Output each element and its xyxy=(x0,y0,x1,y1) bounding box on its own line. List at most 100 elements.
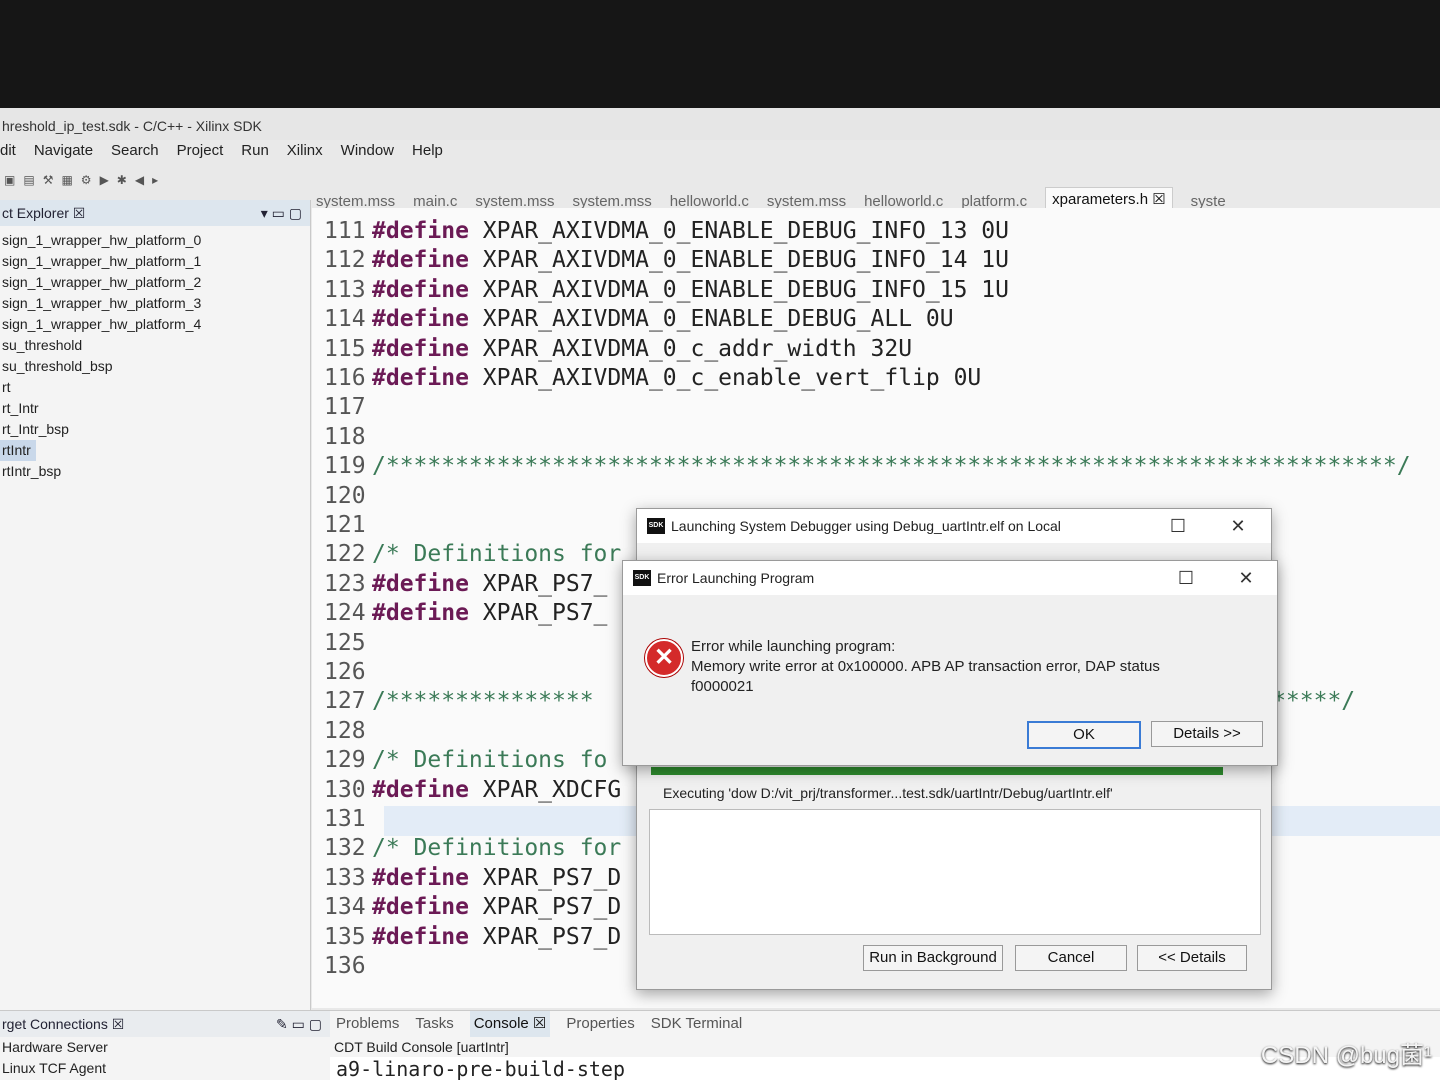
code-text: XPAR_AXIVDMA_0_ENABLE_DEBUG_INFO_14 1U xyxy=(468,247,1009,274)
code-line[interactable]: 125 xyxy=(324,628,372,658)
tab-tasks[interactable]: Tasks xyxy=(415,1011,453,1037)
connections-title[interactable]: rget Connections ☒ xyxy=(2,1011,124,1037)
tree-item[interactable]: sign_1_wrapper_hw_platform_0 xyxy=(0,230,310,251)
code-text: XPAR_XDCFG xyxy=(468,776,622,803)
explorer-controls-icon[interactable]: ▾ ▭ ▢ xyxy=(261,200,302,226)
toolbar-new-icon[interactable]: ▣ xyxy=(4,173,15,187)
close-icon[interactable]: ✕ xyxy=(1223,509,1253,543)
menu-navigate[interactable]: Navigate xyxy=(34,138,93,164)
tab-console[interactable]: Console ☒ xyxy=(469,1011,551,1037)
tree-item[interactable]: rt_Intr xyxy=(0,398,310,419)
code-text: XPAR_AXIVDMA_0_ENABLE_DEBUG_INFO_13 0U xyxy=(468,218,1009,244)
toolbar-grid-icon[interactable]: ▦ xyxy=(61,173,72,187)
toolbar-debug-icon[interactable]: ✱ xyxy=(117,173,127,187)
line-number: 129 xyxy=(324,747,366,774)
executing-text: Executing 'dow D:/vit_prj/transformer...… xyxy=(663,785,1113,801)
tree-item[interactable]: sign_1_wrapper_hw_platform_3 xyxy=(0,293,310,314)
tree-item[interactable]: su_threshold xyxy=(0,335,310,356)
error-dialog: SDK Error Launching Program ☐ ✕ ✕ Error … xyxy=(622,560,1278,766)
code-line[interactable]: 135 #define XPAR_PS7_D xyxy=(324,922,621,952)
error-line-3: f0000021 xyxy=(691,678,754,695)
code-line[interactable]: 114 #define XPAR_AXIVDMA_0_ENABLE_DEBUG_A… xyxy=(324,304,954,334)
toolbar-settings-icon[interactable]: ⚙ xyxy=(81,173,92,187)
connection-item[interactable]: Hardware Server xyxy=(0,1037,330,1058)
cancel-button[interactable]: Cancel xyxy=(1015,945,1127,971)
code-line[interactable]: 134 #define XPAR_PS7_D xyxy=(324,892,621,922)
toolbar-build-icon[interactable]: ⚒ xyxy=(43,173,54,187)
ok-button[interactable]: OK xyxy=(1027,721,1141,749)
toolbar-forward-icon[interactable]: ▸ xyxy=(152,173,158,187)
maximize-icon[interactable]: ☐ xyxy=(1171,561,1201,595)
line-number: 128 xyxy=(324,717,366,744)
tree-item[interactable]: sign_1_wrapper_hw_platform_1 xyxy=(0,251,310,272)
code-line[interactable]: 124 #define XPAR_PS7_ xyxy=(324,598,607,628)
explorer-title[interactable]: ct Explorer ☒ xyxy=(2,200,85,226)
code-keyword: #define xyxy=(372,306,469,333)
error-line-1: Error while launching program: xyxy=(691,638,896,655)
code-line[interactable]: 121 xyxy=(324,510,372,540)
code-keyword: #define xyxy=(372,600,469,627)
tree-item[interactable]: sign_1_wrapper_hw_platform_2 xyxy=(0,272,310,293)
code-line[interactable]: 111 #define XPAR_AXIVDMA_0_ENABLE_DEBUG_I… xyxy=(324,216,1009,246)
code-line[interactable]: 136 xyxy=(324,951,372,981)
code-keyword: #define xyxy=(372,365,469,391)
code-keyword: #define xyxy=(372,776,469,803)
tab-problems[interactable]: Problems xyxy=(336,1011,399,1037)
code-line[interactable]: 128 xyxy=(324,716,372,746)
tree-item[interactable]: rt_Intr_bsp xyxy=(0,419,310,440)
toolbar-run-icon[interactable]: ▶ xyxy=(100,173,109,187)
menu-help[interactable]: Help xyxy=(412,138,443,164)
code-keyword: #define xyxy=(372,570,469,597)
launch-log-area[interactable] xyxy=(649,809,1261,935)
line-number: 119 xyxy=(324,453,366,480)
code-line[interactable]: 122/* Definitions for xyxy=(324,539,621,569)
code-line[interactable]: 133 #define XPAR_PS7_D xyxy=(324,863,621,893)
menu-xilinx[interactable]: Xilinx xyxy=(287,138,323,164)
run-in-background-button[interactable]: Run in Background xyxy=(863,945,1003,971)
code-line[interactable]: 126 xyxy=(324,657,372,687)
tab-sdk-terminal[interactable]: SDK Terminal xyxy=(651,1011,742,1037)
connections-header: rget Connections ☒ ✎ ▭ ▢ xyxy=(0,1011,330,1037)
details-button[interactable]: Details >> xyxy=(1151,721,1263,747)
menu-window[interactable]: Window xyxy=(341,138,394,164)
watermark: CSDN @bug菌¹ xyxy=(1260,1042,1432,1069)
line-number: 135 xyxy=(324,923,366,950)
menu-run[interactable]: Run xyxy=(241,138,269,164)
code-line[interactable]: 120 xyxy=(324,481,372,511)
code-line[interactable]: 119/************************************… xyxy=(324,451,1411,481)
close-icon[interactable]: ✕ xyxy=(1231,561,1261,595)
toolbar-back-icon[interactable]: ◀ xyxy=(135,173,144,187)
code-line[interactable]: 132/* Definitions for xyxy=(324,833,621,863)
toolbar-save-icon[interactable]: ▤ xyxy=(23,173,34,187)
tree-item-selected[interactable]: rtIntr xyxy=(0,440,36,461)
code-line[interactable]: 115 #define XPAR_AXIVDMA_0_c_addr_width 3… xyxy=(324,334,912,364)
tree-item[interactable]: su_threshold_bsp xyxy=(0,356,310,377)
code-line[interactable]: 118 xyxy=(324,422,372,452)
menu-project[interactable]: Project xyxy=(177,138,224,164)
code-line[interactable]: 131 xyxy=(324,804,372,834)
menu-edit[interactable]: dit xyxy=(0,138,16,164)
code-line[interactable]: 116 #define XPAR_AXIVDMA_0_c_enable_vert_… xyxy=(324,363,981,393)
sdk-icon: SDK xyxy=(647,518,665,534)
connections-controls-icon[interactable]: ✎ ▭ ▢ xyxy=(276,1011,322,1037)
code-line[interactable]: 129/* Definitions fo xyxy=(324,745,607,775)
line-number: 131 xyxy=(324,806,366,832)
line-number: 118 xyxy=(324,423,366,450)
bottom-tab-bar: Problems Tasks Console ☒ Properties SDK … xyxy=(330,1011,1440,1037)
tree-item[interactable]: rtIntr_bsp xyxy=(0,461,310,482)
editor-tab-active[interactable]: xparameters.h ☒ xyxy=(1045,187,1173,210)
tree-item[interactable]: sign_1_wrapper_hw_platform_4 xyxy=(0,314,310,335)
tree-item[interactable]: rt xyxy=(0,377,310,398)
maximize-icon[interactable]: ☐ xyxy=(1163,509,1193,543)
tab-properties[interactable]: Properties xyxy=(566,1011,634,1037)
code-line[interactable]: 117 xyxy=(324,392,372,422)
code-line[interactable]: 113 #define XPAR_AXIVDMA_0_ENABLE_DEBUG_I… xyxy=(324,275,1009,305)
menu-search[interactable]: Search xyxy=(111,138,159,164)
line-number: 127 xyxy=(324,688,366,715)
project-explorer: ct Explorer ☒ ▾ ▭ ▢ sign_1_wrapper_hw_pl… xyxy=(0,200,311,1010)
code-line[interactable]: 112 #define XPAR_AXIVDMA_0_ENABLE_DEBUG_I… xyxy=(324,245,1009,275)
code-line[interactable]: 130 #define XPAR_XDCFG xyxy=(324,775,621,805)
code-line[interactable]: 123 #define XPAR_PS7_ xyxy=(324,569,607,599)
hide-details-button[interactable]: << Details xyxy=(1137,945,1247,971)
connection-item[interactable]: Linux TCF Agent xyxy=(0,1058,330,1079)
